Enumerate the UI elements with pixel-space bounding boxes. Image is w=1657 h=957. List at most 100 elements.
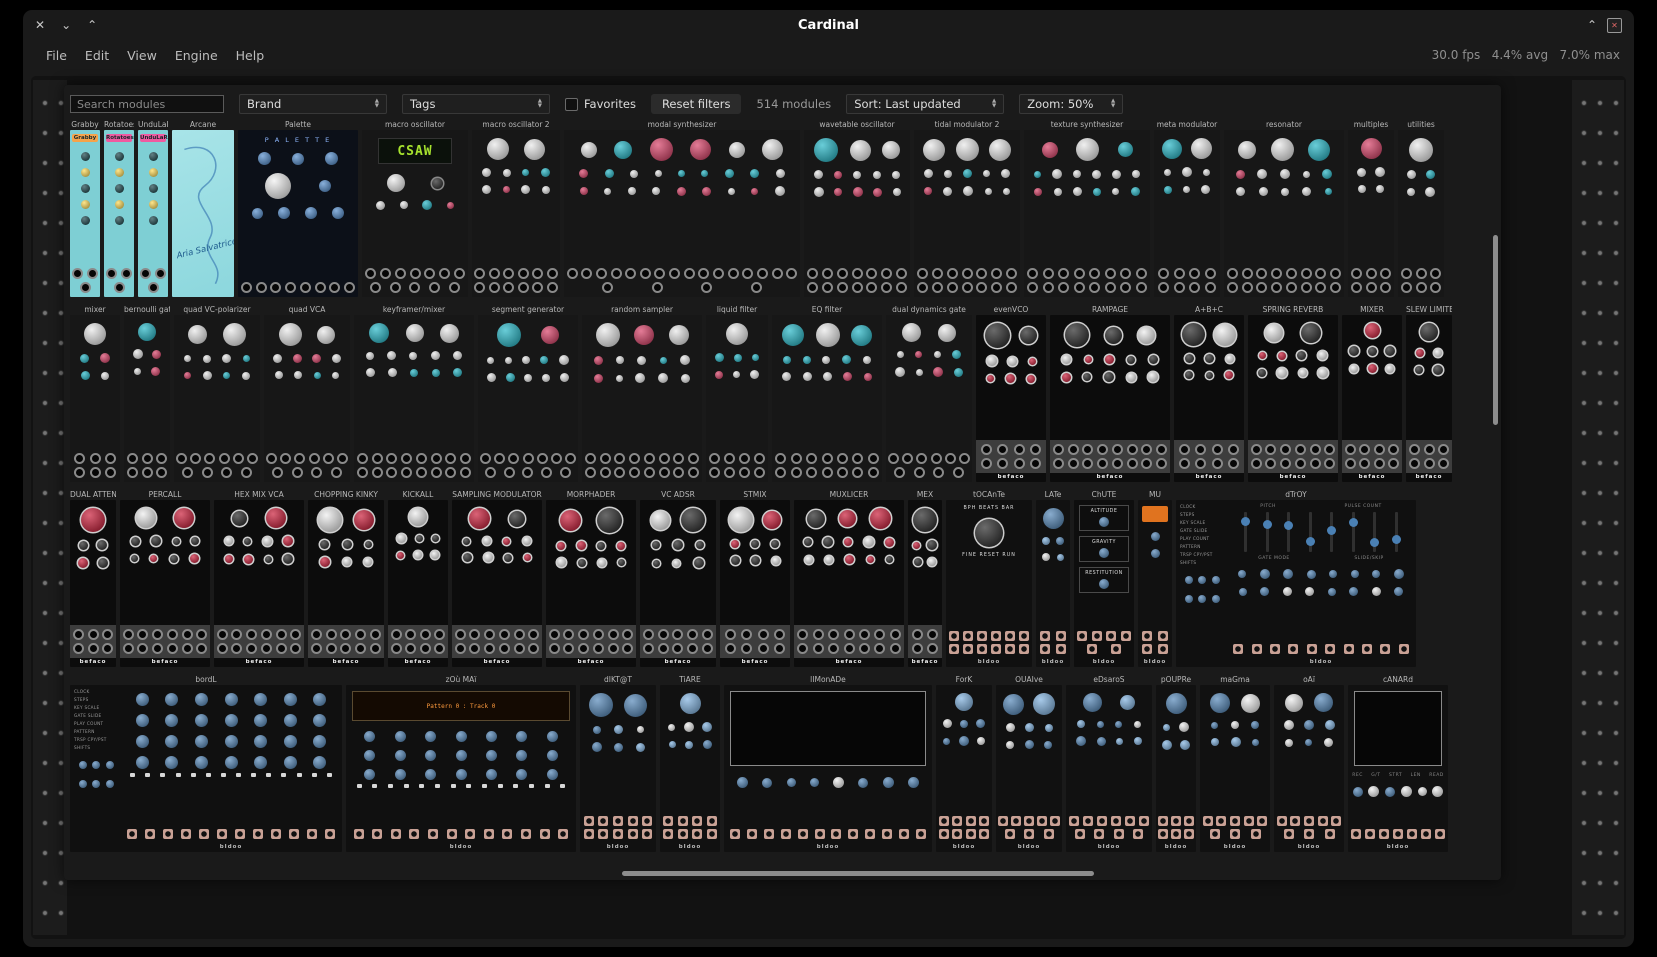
knob bbox=[614, 743, 623, 752]
module-tile[interactable]: liquid filter bbox=[706, 304, 768, 482]
module-tile[interactable]: segment generator bbox=[478, 304, 578, 482]
module-tile[interactable]: dIKT@TbIdoo bbox=[580, 674, 656, 852]
module-tile[interactable]: quad VCA bbox=[264, 304, 350, 482]
module-tile[interactable]: pOUPRebIdoo bbox=[1156, 674, 1196, 852]
module-tile[interactable]: macro oscillatorCSAW bbox=[362, 119, 468, 297]
module-tile[interactable]: UnduLaRUnduLaR bbox=[138, 119, 168, 297]
module-tile[interactable]: multiples bbox=[1348, 119, 1394, 297]
chevron-up-icon[interactable]: ⌃ bbox=[87, 18, 97, 32]
jack bbox=[751, 282, 762, 293]
module-tile[interactable]: maGmabIdoo bbox=[1200, 674, 1270, 852]
module-tile[interactable]: texture synthesizer bbox=[1024, 119, 1150, 297]
module-tile[interactable]: macro oscillator 2 bbox=[472, 119, 560, 297]
close-icon[interactable]: ✕ bbox=[35, 18, 45, 32]
reset-filters-button[interactable]: Reset filters bbox=[651, 94, 742, 114]
module-tile[interactable]: RotatoesRotatoes bbox=[104, 119, 134, 297]
favorites-checkbox[interactable] bbox=[565, 98, 578, 111]
module-tile[interactable]: ArcaneAria Salvatrice bbox=[172, 119, 234, 297]
jack bbox=[391, 643, 402, 654]
module-tile[interactable]: oAïbIdoo bbox=[1274, 674, 1344, 852]
module-tile[interactable]: tOCAnTeBPH BEATS BARFINE RESET RUNbIdoo bbox=[946, 489, 1032, 667]
jack bbox=[643, 629, 654, 640]
knob bbox=[1365, 323, 1380, 338]
module-tile[interactable]: modal synthesizer bbox=[564, 119, 800, 297]
module-tile[interactable]: GrabbyGrabby bbox=[70, 119, 100, 297]
module-tile[interactable]: utilities bbox=[1398, 119, 1444, 297]
tags-dropdown[interactable]: Tags ▲▼ bbox=[402, 94, 550, 114]
module-tile[interactable]: cANARdRECG/TSTRTLENREADbIdoo bbox=[1348, 674, 1448, 852]
module-tile[interactable]: DUAL ATTENUVERTERbefaco bbox=[70, 489, 116, 667]
module-tile[interactable]: LATebIdoo bbox=[1036, 489, 1070, 667]
module-tile[interactable]: EQ filter bbox=[772, 304, 882, 482]
module-tile[interactable]: OUAIvebIdoo bbox=[996, 674, 1062, 852]
module-tile[interactable]: bernoulli gate bbox=[124, 304, 170, 482]
module-tile[interactable]: STMIXbefaco bbox=[720, 489, 790, 667]
knob-row bbox=[364, 200, 466, 210]
jack bbox=[888, 453, 899, 464]
close-box-icon[interactable]: ✕ bbox=[1607, 18, 1622, 33]
jack bbox=[355, 643, 366, 654]
jack bbox=[182, 467, 193, 478]
menu-help[interactable]: Help bbox=[227, 45, 274, 66]
module-tile[interactable]: quad VC-polarizer bbox=[174, 304, 260, 482]
module-tile[interactable]: VC ADSRbefaco bbox=[640, 489, 716, 667]
module-tile[interactable]: random sampler bbox=[582, 304, 702, 482]
menu-file[interactable]: File bbox=[37, 45, 76, 66]
module-tile[interactable]: MIXERbefaco bbox=[1342, 304, 1402, 482]
sort-dropdown[interactable]: Sort: Last updated ▲▼ bbox=[846, 94, 1004, 114]
step-button bbox=[482, 784, 487, 788]
module-tile[interactable]: dTrOYCLOCKSTEPSKEY SCALEGATE SLIDEPLAY C… bbox=[1176, 489, 1416, 667]
jack-row bbox=[564, 264, 800, 297]
knob bbox=[115, 216, 124, 225]
module-tile[interactable]: SAMPLING MODULATORbefaco bbox=[452, 489, 542, 667]
module-tile[interactable]: SLEW LIMITERbefaco bbox=[1406, 304, 1452, 482]
module-tile[interactable]: resonator bbox=[1224, 119, 1344, 297]
knob bbox=[1076, 736, 1086, 746]
knob bbox=[614, 725, 623, 734]
module-panel: befaco bbox=[1248, 315, 1338, 482]
menu-view[interactable]: View bbox=[118, 45, 166, 66]
slider bbox=[1287, 512, 1290, 552]
module-tile[interactable]: ForKbIdoo bbox=[936, 674, 992, 852]
module-tile[interactable]: KICKALLbefaco bbox=[388, 489, 448, 667]
jack bbox=[707, 829, 717, 839]
module-tile[interactable]: PERCALLbefaco bbox=[120, 489, 210, 667]
module-tile[interactable]: CHOPPING KINKYbefaco bbox=[308, 489, 384, 667]
menu-edit[interactable]: Edit bbox=[76, 45, 118, 66]
module-tile[interactable]: eDsaroSbIdoo bbox=[1066, 674, 1152, 852]
module-tile[interactable]: MEXbefaco bbox=[908, 489, 942, 667]
module-tile[interactable]: PaletteP A L E T T E bbox=[238, 119, 358, 297]
module-tile[interactable]: mixer bbox=[70, 304, 120, 482]
jack bbox=[1189, 282, 1200, 293]
module-tile[interactable]: zOù MAïPattern 0 : Track 0bIdoo bbox=[346, 674, 576, 852]
module-tile[interactable]: SPRING REVERBbefaco bbox=[1248, 304, 1338, 482]
module-tile[interactable]: TiAREbIdoo bbox=[660, 674, 720, 852]
module-tile[interactable]: evenVCObefaco bbox=[976, 304, 1046, 482]
zoom-dropdown[interactable]: Zoom: 50% ▲▼ bbox=[1019, 94, 1123, 114]
chevron-down-icon[interactable]: ⌄ bbox=[61, 18, 71, 32]
expand-icon[interactable]: ⌃ bbox=[1587, 18, 1597, 32]
jack bbox=[806, 453, 817, 464]
module-tile[interactable]: MUbIdoo bbox=[1138, 489, 1172, 667]
module-tile[interactable]: RAMPAGEbefaco bbox=[1050, 304, 1170, 482]
module-tile[interactable]: lIMonADebIdoo bbox=[724, 674, 932, 852]
brand-dropdown[interactable]: Brand ▲▼ bbox=[239, 94, 387, 114]
module-tile[interactable]: MORPHADERbefaco bbox=[546, 489, 636, 667]
horizontal-scrollbar[interactable] bbox=[622, 871, 1094, 876]
module-tile[interactable]: dual dynamics gate bbox=[886, 304, 972, 482]
jack bbox=[728, 268, 739, 279]
knob bbox=[1238, 570, 1246, 578]
search-input[interactable] bbox=[70, 95, 224, 113]
module-tile[interactable]: bordLCLOCKSTEPSKEY SCALEGATE SLIDEPLAY C… bbox=[70, 674, 342, 852]
knob bbox=[938, 324, 956, 342]
module-tile[interactable]: meta modulator bbox=[1154, 119, 1220, 297]
module-tile[interactable]: ChUTEALTITUDEGRAVITYRESTITUTIONbIdoo bbox=[1074, 489, 1134, 667]
menu-engine[interactable]: Engine bbox=[166, 45, 227, 66]
module-tile[interactable]: keyframer/mixer bbox=[354, 304, 474, 482]
module-tile[interactable]: wavetable oscillator bbox=[804, 119, 910, 297]
vertical-scrollbar[interactable] bbox=[1493, 235, 1498, 425]
module-tile[interactable]: A+B+Cbefaco bbox=[1174, 304, 1244, 482]
module-tile[interactable]: tidal modulator 2 bbox=[914, 119, 1020, 297]
module-tile[interactable]: MUXLICERbefaco bbox=[794, 489, 904, 667]
module-tile[interactable]: HEX MIX VCAbefaco bbox=[214, 489, 304, 667]
